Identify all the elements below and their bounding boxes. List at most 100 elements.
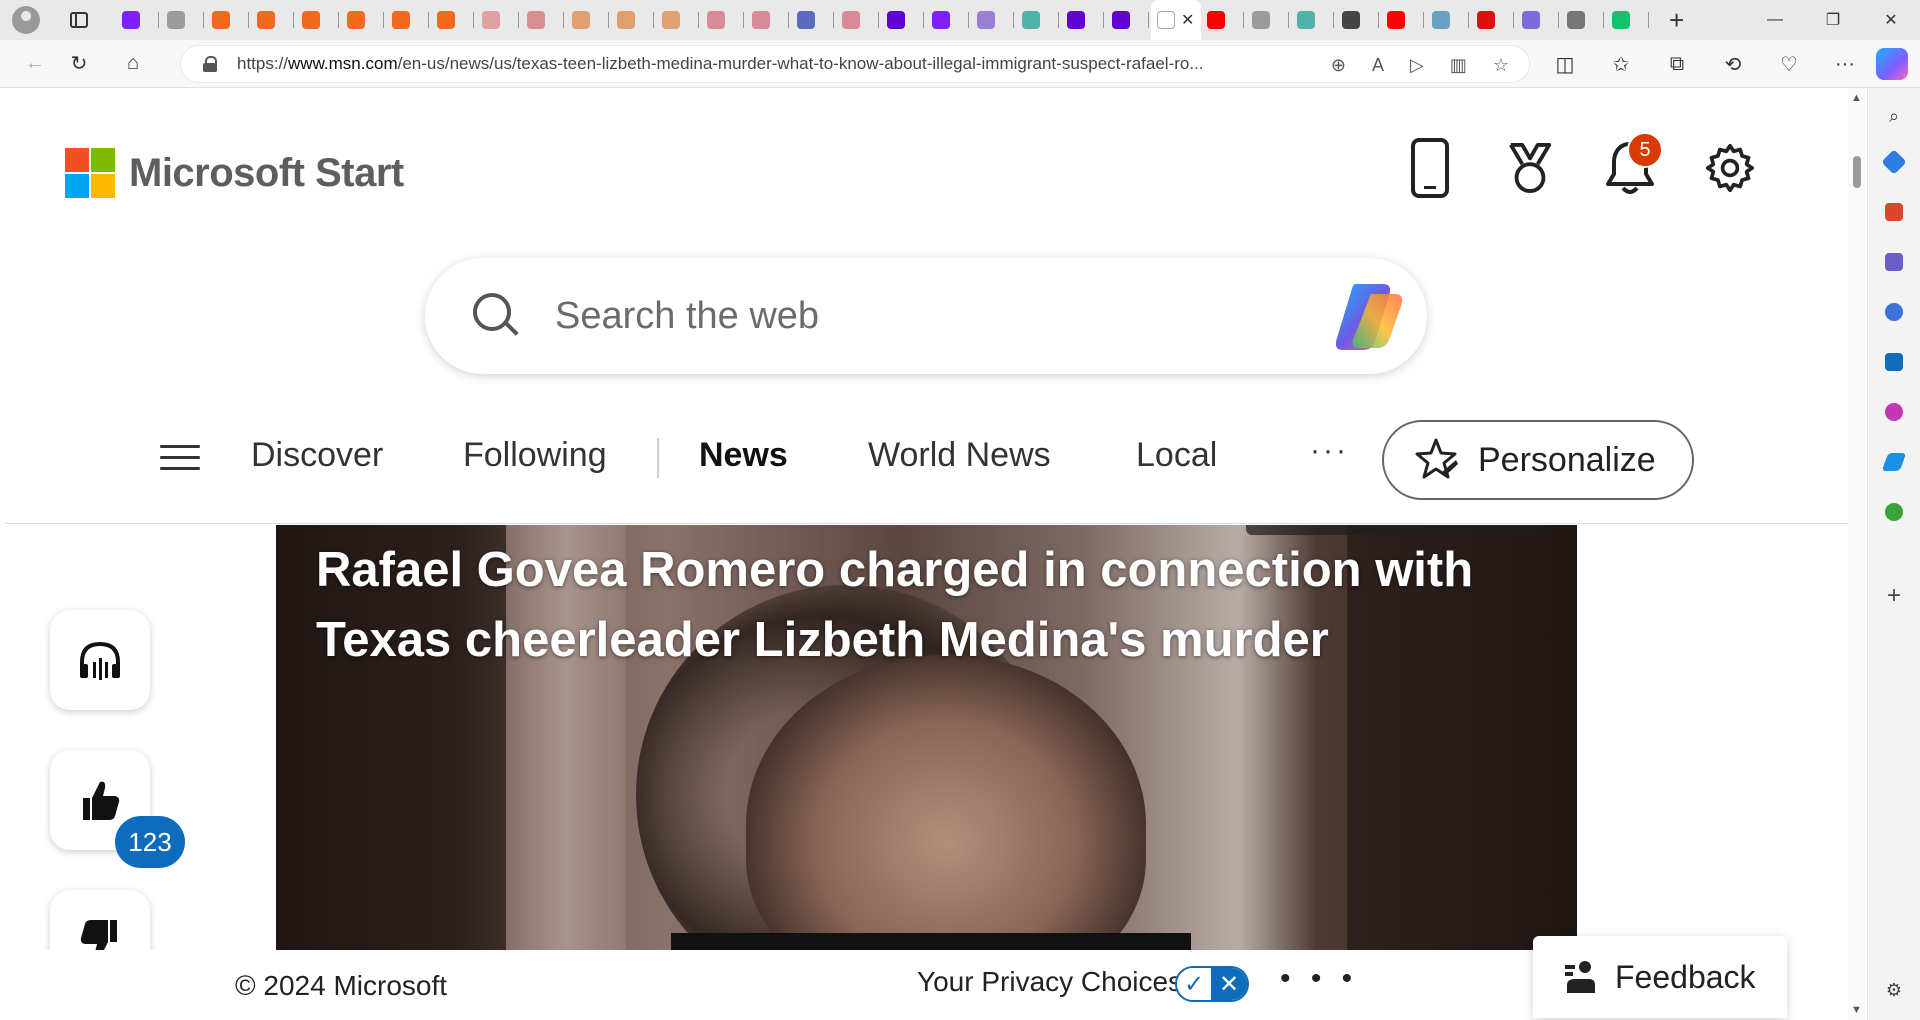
sidebar-send-icon[interactable] — [1881, 450, 1907, 474]
sidebar-tools-icon[interactable] — [1882, 200, 1906, 224]
nav-world-news[interactable]: World News — [868, 436, 1051, 475]
browser-tab[interactable] — [746, 0, 791, 40]
browser-tab[interactable] — [656, 0, 701, 40]
browser-tab[interactable] — [521, 0, 566, 40]
zoom-icon[interactable]: ⊕ — [1331, 55, 1346, 76]
copilot-search-icon[interactable] — [1331, 280, 1407, 352]
nav-following[interactable]: Following — [463, 436, 607, 475]
nav-news[interactable]: News — [699, 436, 788, 475]
tab-actions-icon[interactable] — [70, 12, 88, 28]
new-tab-button[interactable]: + — [1669, 5, 1684, 36]
browser-tab[interactable] — [341, 0, 386, 40]
history-icon[interactable]: ⟲ — [1716, 52, 1750, 77]
read-aloud-icon[interactable]: A — [1372, 55, 1384, 76]
browser-tab[interactable] — [791, 0, 836, 40]
video-icon[interactable]: ▷ — [1410, 55, 1424, 76]
tab-separator — [428, 12, 429, 28]
browser-tab[interactable] — [1426, 0, 1471, 40]
notifications-bell-icon[interactable]: 5 — [1605, 132, 1663, 198]
article-hero-image[interactable]: Rafael Govea Romero charged in connectio… — [276, 525, 1577, 950]
browser-tab[interactable] — [1106, 0, 1151, 40]
split-screen-icon[interactable]: ◫ — [1548, 52, 1582, 77]
browser-tab[interactable] — [1561, 0, 1606, 40]
listen-button[interactable] — [50, 610, 150, 710]
phone-icon[interactable] — [1405, 138, 1455, 198]
search-input[interactable]: Search the web — [555, 295, 819, 338]
favorites-icon[interactable]: ✩ — [1604, 52, 1638, 77]
browser-tab[interactable] — [971, 0, 1016, 40]
browser-tab[interactable] — [431, 0, 476, 40]
browser-tab[interactable] — [206, 0, 251, 40]
performance-icon[interactable]: ♡ — [1772, 52, 1806, 77]
browser-tab[interactable] — [1201, 0, 1246, 40]
browser-tab[interactable] — [476, 0, 521, 40]
browser-tab[interactable] — [611, 0, 656, 40]
browser-tab[interactable] — [1381, 0, 1426, 40]
scroll-down-arrow-icon[interactable]: ▼ — [1851, 1004, 1862, 1016]
close-tab-icon[interactable]: ✕ — [1181, 10, 1194, 30]
settings-more-icon[interactable]: ··· — [1828, 53, 1862, 76]
browser-tab[interactable] — [881, 0, 926, 40]
rewards-medal-icon[interactable] — [1505, 138, 1555, 198]
browser-tab[interactable] — [251, 0, 296, 40]
web-search-box[interactable]: Search the web — [425, 258, 1427, 374]
page-scrollbar[interactable]: ▲ ▼ — [1848, 88, 1866, 1020]
header-actions: 5 — [1405, 132, 1755, 198]
sidebar-search-icon[interactable]: ⌕ — [1882, 104, 1906, 128]
sidebar-shopping-icon[interactable] — [1881, 149, 1907, 175]
privacy-toggle-icon[interactable]: ✓ ✕ — [1175, 966, 1249, 1002]
sidebar-settings-icon[interactable]: ⚙ — [1882, 978, 1906, 1002]
home-button[interactable]: ⌂ — [113, 46, 153, 82]
sidebar-designer-icon[interactable] — [1882, 400, 1906, 424]
browser-tab[interactable] — [116, 0, 161, 40]
footer-more-button[interactable]: • • • — [1280, 962, 1358, 996]
browser-tab[interactable] — [701, 0, 746, 40]
sidebar-tree-icon[interactable] — [1882, 500, 1906, 524]
microsoft-start-logo[interactable]: Microsoft Start — [65, 148, 404, 198]
tab-separator — [1423, 12, 1424, 28]
scrollbar-thumb[interactable] — [1853, 156, 1861, 188]
browser-tab[interactable] — [1061, 0, 1106, 40]
browser-tab[interactable] — [566, 0, 611, 40]
browser-tab[interactable] — [1516, 0, 1561, 40]
browser-tab[interactable] — [161, 0, 206, 40]
minimize-button[interactable]: — — [1746, 0, 1804, 40]
tab-active[interactable]: ✕ — [1151, 0, 1201, 40]
settings-gear-icon[interactable] — [1705, 138, 1755, 198]
profile-avatar-icon[interactable] — [12, 6, 40, 34]
collections-icon[interactable]: ⧉ — [1660, 53, 1694, 76]
favorite-star-icon[interactable]: ☆ — [1493, 55, 1509, 76]
browser-tab[interactable] — [1246, 0, 1291, 40]
browser-tab[interactable] — [836, 0, 881, 40]
privacy-choices-link[interactable]: Your Privacy Choices — [917, 966, 1182, 998]
lock-icon[interactable] — [203, 56, 217, 72]
personalize-button[interactable]: Personalize — [1382, 420, 1694, 500]
sidebar-outlook-icon[interactable] — [1882, 350, 1906, 374]
sidebar-m365-icon[interactable] — [1882, 300, 1906, 324]
copilot-icon[interactable] — [1876, 48, 1908, 80]
close-window-button[interactable]: ✕ — [1862, 0, 1920, 40]
nav-more-button[interactable]: ··· — [1310, 434, 1349, 468]
restore-button[interactable]: ❐ — [1804, 0, 1862, 40]
scroll-up-arrow-icon[interactable]: ▲ — [1851, 92, 1862, 104]
tab-bar: ✕ + — ❐ ✕ — [0, 0, 1920, 40]
browser-tab[interactable] — [1471, 0, 1516, 40]
nav-discover[interactable]: Discover — [251, 436, 383, 475]
hamburger-menu-icon[interactable] — [160, 445, 200, 471]
nav-local[interactable]: Local — [1136, 436, 1217, 475]
browser-tab[interactable] — [1291, 0, 1336, 40]
immersive-reader-icon[interactable]: ▥ — [1450, 55, 1467, 76]
sidebar-add-icon[interactable]: + — [1882, 582, 1906, 609]
hero-top-strip — [1246, 525, 1546, 535]
url-field[interactable]: https://www.msn.com/en-us/news/us/texas-… — [180, 45, 1530, 83]
browser-tab[interactable] — [386, 0, 431, 40]
browser-tab[interactable] — [1336, 0, 1381, 40]
sidebar-games-icon[interactable] — [1882, 250, 1906, 274]
browser-tab[interactable] — [1606, 0, 1651, 40]
back-button[interactable]: ← — [15, 46, 55, 82]
browser-tab[interactable] — [296, 0, 341, 40]
browser-tab[interactable] — [926, 0, 971, 40]
refresh-button[interactable]: ↻ — [59, 46, 99, 82]
feedback-button[interactable]: Feedback — [1533, 936, 1787, 1018]
browser-tab[interactable] — [1016, 0, 1061, 40]
